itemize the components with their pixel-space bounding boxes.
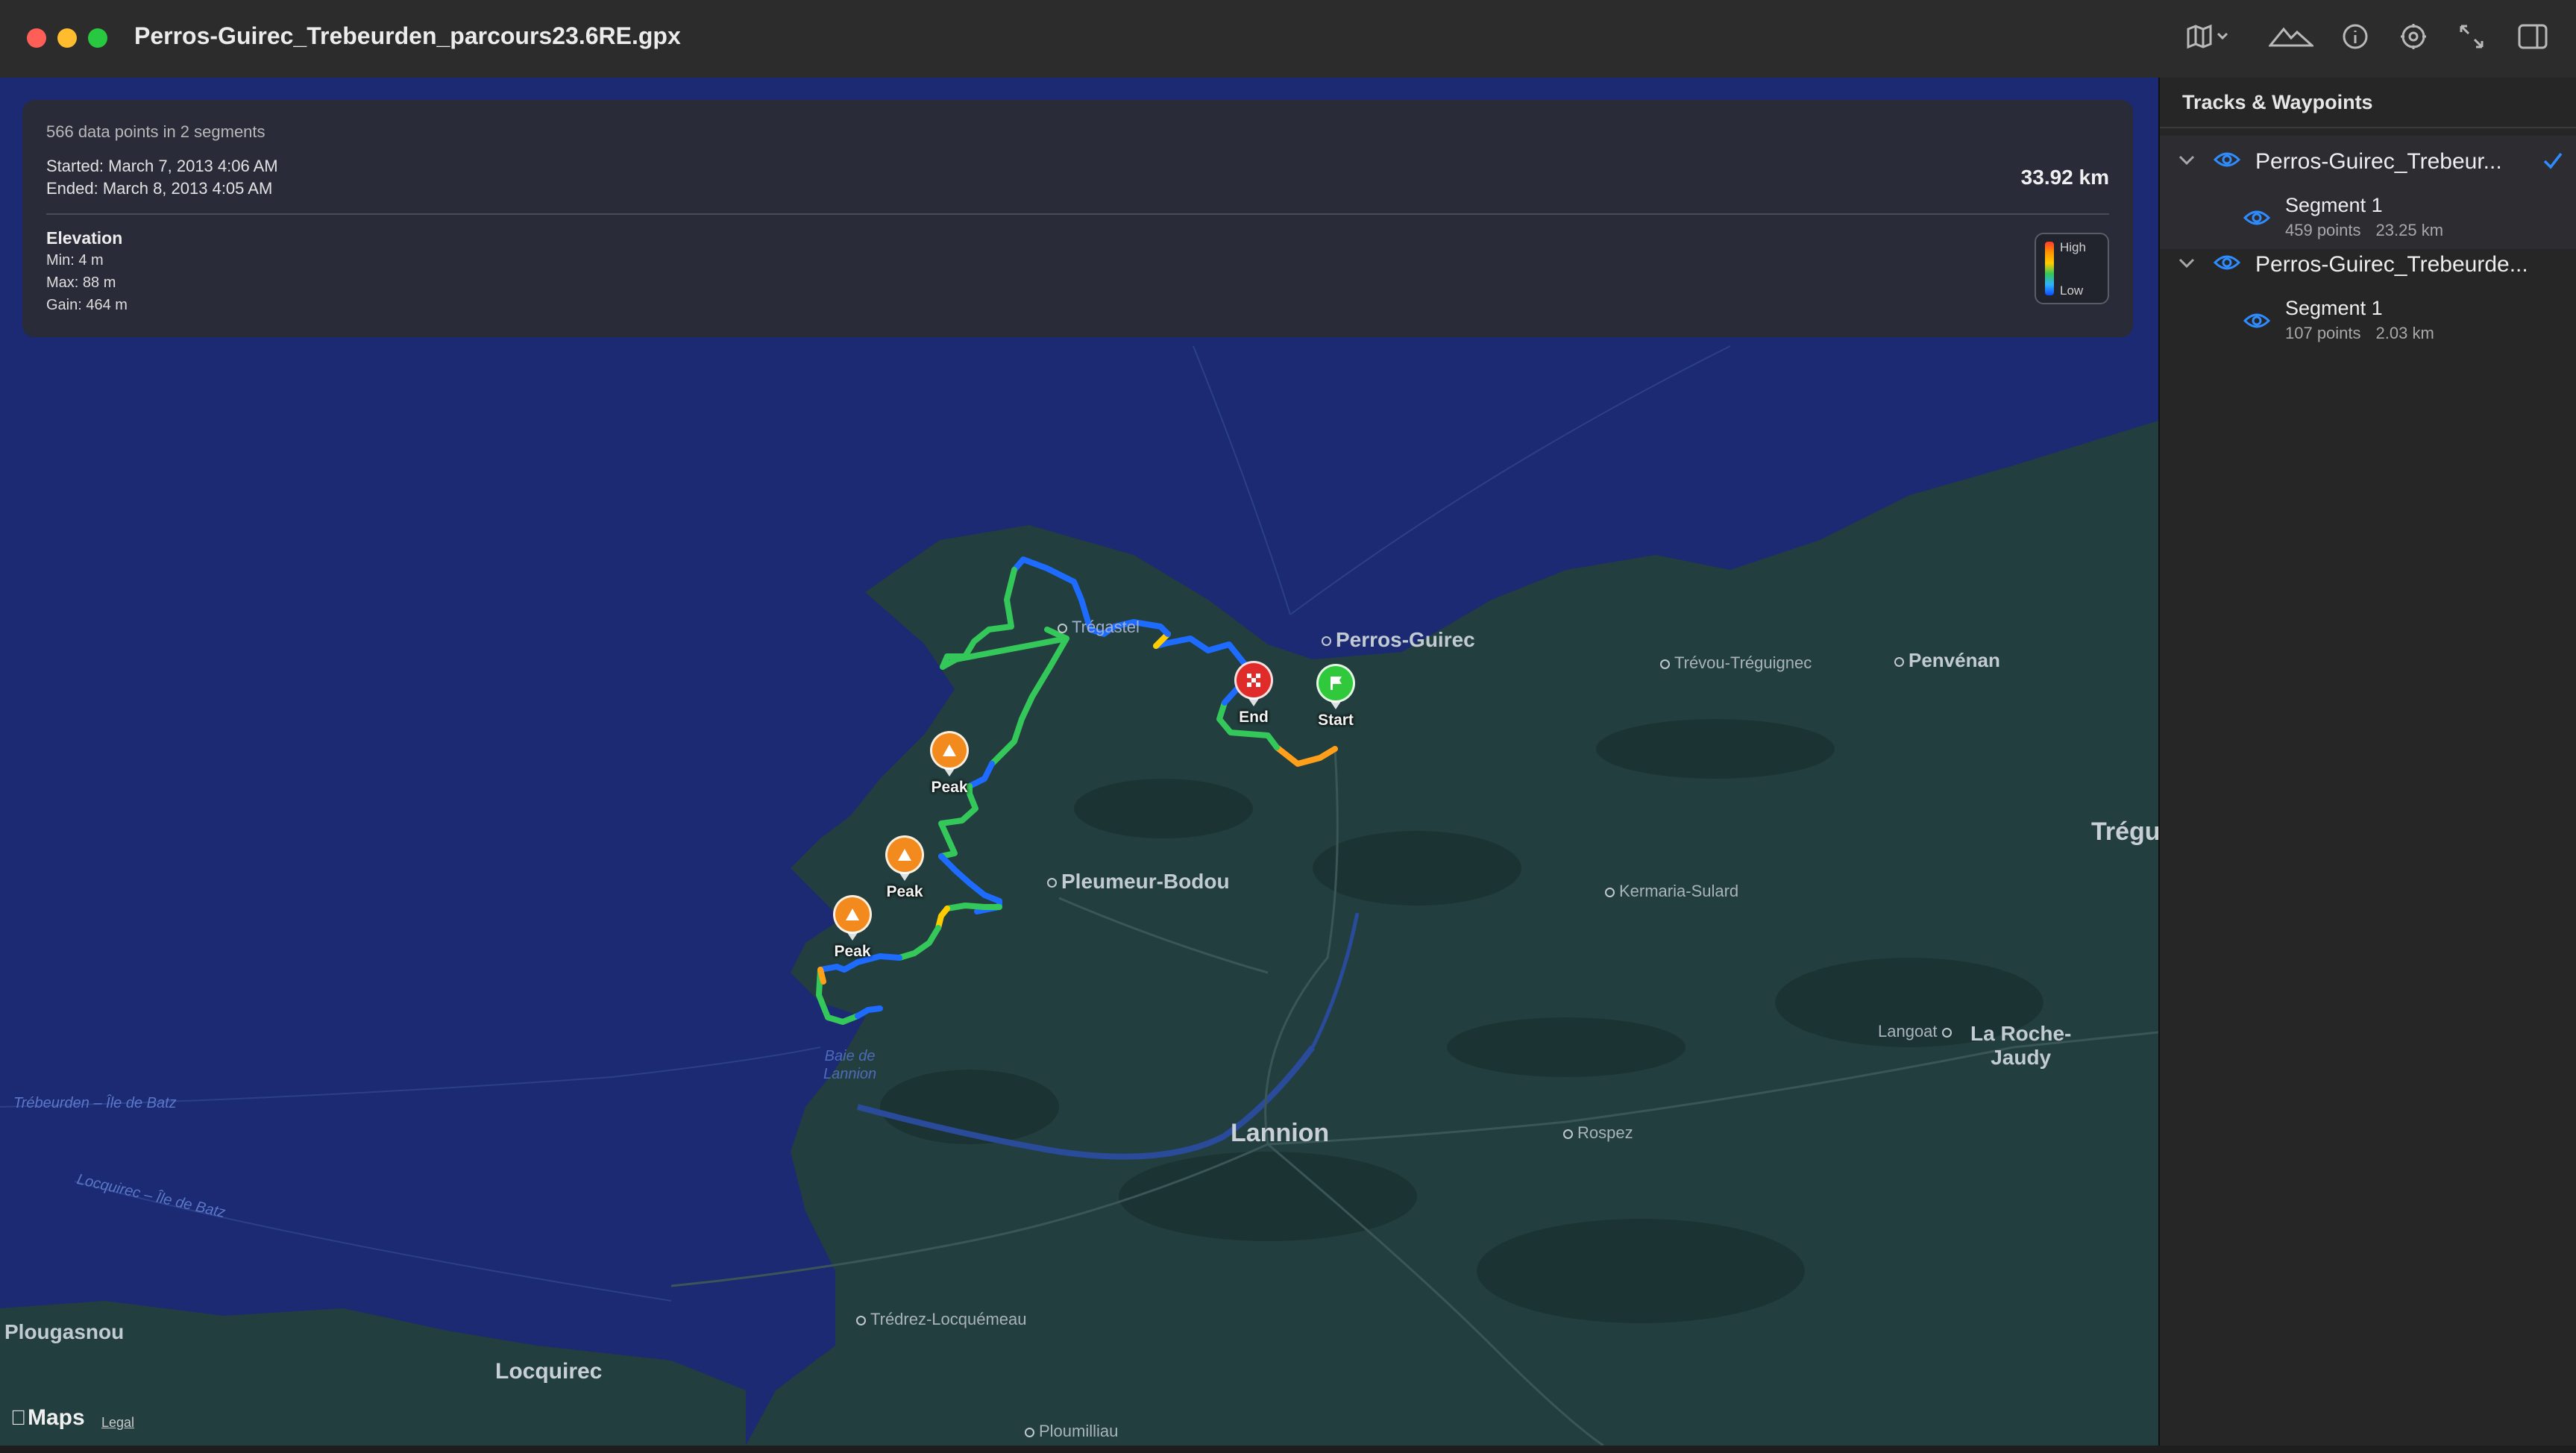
track-row[interactable]: Perros-Guirec_Trebeur... xyxy=(2160,136,2576,185)
place-lannion: Lannion xyxy=(1231,1119,1330,1147)
peak-marker-label: Peak xyxy=(834,943,871,960)
start-marker[interactable]: Start xyxy=(1310,664,1362,729)
place-la-roche-jaudy: La Roche- Jaudy xyxy=(1970,1022,2072,1069)
info-button[interactable] xyxy=(2337,19,2373,57)
start-marker-label: Start xyxy=(1318,712,1354,729)
elevation-color-legend: High Low xyxy=(2035,233,2109,304)
end-marker-label: End xyxy=(1239,709,1269,726)
place-plougasnou: Plougasnou xyxy=(4,1320,125,1343)
divider xyxy=(46,213,2109,215)
tracks-sidebar: Tracks & Waypoints Perros-Guirec_Trebeur… xyxy=(2158,78,2576,1446)
peak-marker-label: Peak xyxy=(931,779,968,796)
place-pleumeur-bodou: Pleumeur-Bodou xyxy=(1047,870,1230,894)
ferry-trebeurden-batz: Trébeurden – Île de Batz xyxy=(13,1095,177,1111)
apple-logo-icon:  xyxy=(10,1406,26,1429)
place-treguier: Trégui xyxy=(2091,817,2158,846)
sidebar-toggle-button[interactable] xyxy=(2513,19,2552,57)
map-style-button[interactable] xyxy=(2178,19,2237,57)
apple-maps-logo: Maps xyxy=(10,1405,85,1430)
visibility-eye-icon[interactable] xyxy=(2243,207,2271,232)
visibility-eye-icon[interactable] xyxy=(2213,252,2241,277)
mountain-peak-icon xyxy=(930,731,969,776)
divider xyxy=(2160,127,2576,128)
peak-marker[interactable]: Peak xyxy=(923,731,976,797)
segment-meta: 459 points 23.25 km xyxy=(2285,221,2444,239)
start-time: Started: March 7, 2013 4:06 AM xyxy=(46,157,278,175)
peak-marker[interactable]: Peak xyxy=(826,895,879,961)
sidebar-title: Tracks & Waypoints xyxy=(2182,91,2373,113)
total-distance: 33.92 km xyxy=(2020,166,2109,189)
data-points-summary: 566 data points in 2 segments xyxy=(46,122,266,141)
mountain-peak-icon xyxy=(833,895,872,941)
segment-name: Segment 1 xyxy=(2285,194,2383,216)
map-icon xyxy=(2185,23,2230,54)
place-locquirec: Locquirec xyxy=(495,1359,603,1384)
track-row[interactable]: Perros-Guirec_Trebeurde... xyxy=(2160,239,2576,288)
elevation-gradient-bar xyxy=(2045,242,2054,295)
water-baie-de-lannion: Baie de Lannion xyxy=(823,1048,877,1082)
mountain-peak-icon xyxy=(885,835,924,881)
segment-meta: 107 points 2.03 km xyxy=(2285,324,2434,342)
chevron-down-icon[interactable] xyxy=(2178,152,2196,171)
end-marker[interactable]: End xyxy=(1228,661,1280,726)
window-title: Perros-Guirec_Trebeurden_parcours23.6RE.… xyxy=(134,22,681,49)
visibility-eye-icon[interactable] xyxy=(2213,149,2241,174)
expand-arrows-icon xyxy=(2458,23,2485,54)
peak-marker[interactable]: Peak xyxy=(879,835,931,901)
elevation-min: Min: 4 m xyxy=(46,252,104,269)
track-info-panel: 566 data points in 2 segments Started: M… xyxy=(22,100,2133,337)
elevation-title: Elevation xyxy=(46,228,123,248)
chevron-down-icon[interactable] xyxy=(2178,255,2196,274)
map-view[interactable]: Perros-Guirec Trégastel Trévou-Tréguigne… xyxy=(0,78,2158,1446)
place-trevou-treguignec: Trévou-Tréguignec xyxy=(1660,653,1812,673)
segment-name: Segment 1 xyxy=(2285,297,2383,319)
elevation-gain: Gain: 464 m xyxy=(46,297,128,313)
track-name: Perros-Guirec_Trebeurde... xyxy=(2255,252,2528,277)
legal-link[interactable]: Legal xyxy=(101,1415,134,1431)
settings-button[interactable] xyxy=(2396,19,2431,57)
window-close-button[interactable] xyxy=(27,28,46,48)
place-penvenan: Penvénan xyxy=(1894,649,2000,672)
legend-low-label: Low xyxy=(2060,283,2084,298)
window-zoom-button[interactable] xyxy=(88,28,107,48)
place-kermaria-sulard: Kermaria-Sulard xyxy=(1605,882,1738,901)
gear-icon xyxy=(2399,22,2428,54)
legend-high-label: High xyxy=(2060,240,2086,254)
place-ploumilliau: Ploumilliau xyxy=(1025,1422,1118,1441)
info-icon xyxy=(2342,23,2369,54)
place-rospez: Rospez xyxy=(1563,1123,1633,1143)
checkmark-icon xyxy=(2542,149,2564,175)
sidebar-toggle-icon xyxy=(2518,24,2548,53)
title-bar: Perros-Guirec_Trebeurden_parcours23.6RE.… xyxy=(0,0,2576,79)
place-perros-guirec: Perros-Guirec xyxy=(1322,628,1475,652)
place-tredrez-locquemeau: Trédrez-Locquémeau xyxy=(856,1310,1027,1329)
checkered-flag-icon xyxy=(1234,661,1273,706)
window-minimize-button[interactable] xyxy=(57,28,77,48)
mountains-icon xyxy=(2267,23,2315,54)
segment-row[interactable]: Segment 1 107 points 2.03 km xyxy=(2160,288,2576,352)
end-time: Ended: March 8, 2013 4:05 AM xyxy=(46,179,273,198)
elevation-button[interactable] xyxy=(2267,19,2315,57)
expand-button[interactable] xyxy=(2454,19,2489,57)
elevation-max: Max: 88 m xyxy=(46,274,116,291)
flag-icon xyxy=(1316,664,1355,709)
place-langoat: Langoat xyxy=(1878,1022,1952,1041)
peak-marker-label: Peak xyxy=(886,883,923,900)
visibility-eye-icon[interactable] xyxy=(2243,310,2271,335)
place-tregastel: Trégastel xyxy=(1058,618,1140,637)
window-bottom-edge xyxy=(0,1446,2576,1453)
track-name: Perros-Guirec_Trebeur... xyxy=(2255,149,2502,174)
